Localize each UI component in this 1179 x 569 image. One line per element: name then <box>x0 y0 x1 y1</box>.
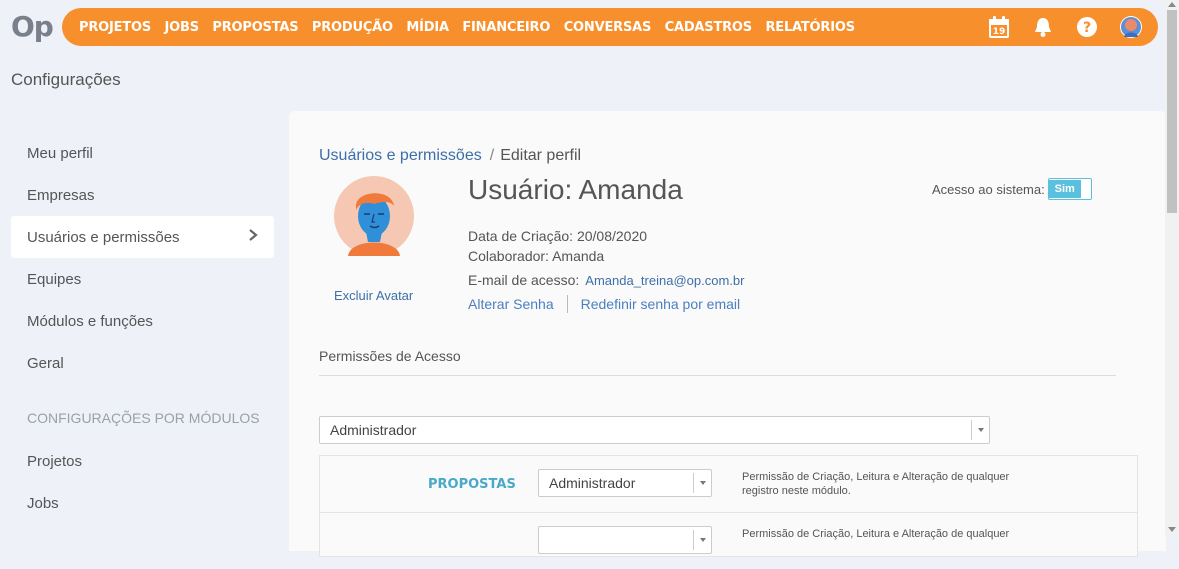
nav-propostas[interactable]: PROPOSTAS <box>212 20 298 35</box>
remove-avatar-link[interactable]: Excluir Avatar <box>334 288 413 303</box>
profile-select[interactable]: Administrador <box>319 416 990 444</box>
sidebar-section-heading: CONFIGURAÇÕES POR MÓDULOS <box>27 410 260 426</box>
help-icon[interactable]: ? <box>1074 14 1100 40</box>
module-permission-select[interactable]: Administrador <box>538 469 712 497</box>
settings-sidebar: Meu perfil Empresas Usuários e permissõe… <box>11 132 274 524</box>
sidebar-item-jobs[interactable]: Jobs <box>11 482 274 524</box>
system-access-toggle[interactable]: Sim <box>1047 178 1092 200</box>
sidebar-item-label: Empresas <box>27 186 95 204</box>
module-permission-value: Administrador <box>549 475 636 491</box>
permissions-heading: Permissões de Acesso <box>319 348 461 364</box>
sidebar-item-label: Usuários e permissões <box>27 228 180 246</box>
sidebar-item-equipes[interactable]: Equipes <box>11 258 274 300</box>
chevron-down-icon <box>971 420 989 440</box>
link-divider <box>566 295 568 313</box>
chevron-right-icon <box>248 228 258 246</box>
app-logo[interactable]: Op <box>11 10 54 43</box>
breadcrumb-separator: / <box>489 147 495 164</box>
user-avatar[interactable] <box>334 176 414 256</box>
nav-relatorios[interactable]: RELATÓRIOS <box>765 20 855 35</box>
permission-description: Permissão de Criação, Leitura e Alteraçã… <box>742 471 1010 497</box>
collaborator: Colaborador: Amanda <box>468 248 604 264</box>
breadcrumb-current: Editar perfil <box>500 147 582 164</box>
sidebar-item-projetos[interactable]: Projetos <box>11 440 274 482</box>
sidebar-item-empresas[interactable]: Empresas <box>11 174 274 216</box>
creation-date-label: Data de Criação: <box>468 228 574 244</box>
chevron-down-icon <box>693 473 711 493</box>
bell-icon[interactable] <box>1030 14 1056 40</box>
page-title: Configurações <box>11 70 121 89</box>
main-panel: Usuários e permissões / Editar perfil Excl… <box>289 111 1166 557</box>
profile-select-value: Administrador <box>330 422 417 438</box>
page-scrollbar[interactable] <box>1165 0 1179 535</box>
password-links: Alterar Senha Redefinir senha por email <box>468 295 740 313</box>
change-password-link[interactable]: Alterar Senha <box>468 296 554 312</box>
top-navigation-bar: PROJETOS JOBS PROPOSTAS PRODUÇÃO MÍDIA F… <box>62 8 1158 46</box>
sidebar-item-label: Jobs <box>27 494 59 512</box>
toggle-on-label: Sim <box>1048 180 1081 198</box>
permission-description: Permissão de Criação, Leitura e Alteraçã… <box>742 528 1010 540</box>
sidebar-item-label: Geral <box>27 354 64 372</box>
top-nav-menu: PROJETOS JOBS PROPOSTAS PRODUÇÃO MÍDIA F… <box>79 20 868 35</box>
nav-jobs[interactable]: JOBS <box>165 20 200 35</box>
sidebar-item-label: Módulos e funções <box>27 312 153 330</box>
nav-producao[interactable]: PRODUÇÃO <box>312 20 393 35</box>
module-permissions-table: PROPOSTAS Administrador Permissão de Cri… <box>319 455 1138 557</box>
sidebar-item-modulos-funcoes[interactable]: Módulos e funções <box>11 300 274 342</box>
sidebar-item-label: Projetos <box>27 452 83 470</box>
collaborator-value: Amanda <box>552 248 605 264</box>
module-label: PROPOSTAS <box>428 477 516 492</box>
divider <box>319 375 1116 376</box>
scrollbar-thumb[interactable] <box>1167 10 1177 213</box>
user-avatar-icon[interactable] <box>1118 14 1144 40</box>
nav-financeiro[interactable]: FINANCEIRO <box>462 20 550 35</box>
creation-date-value: 20/08/2020 <box>576 228 648 244</box>
calendar-icon[interactable]: 19 <box>986 14 1012 40</box>
access-email-value[interactable]: Amanda_treina@op.com.br <box>585 273 744 288</box>
nav-cadastros[interactable]: CADASTROS <box>665 20 753 35</box>
collaborator-label: Colaborador: <box>468 248 549 264</box>
svg-text:?: ? <box>1083 20 1091 36</box>
chevron-down-icon <box>693 530 711 550</box>
sidebar-item-usuarios-permissoes[interactable]: Usuários e permissões <box>11 216 274 258</box>
sidebar-item-label: Meu perfil <box>27 144 93 162</box>
breadcrumb: Usuários e permissões / Editar perfil <box>319 147 581 165</box>
calendar-day: 19 <box>993 27 1006 37</box>
system-access: Acesso ao sistema: Sim <box>932 178 1092 200</box>
sidebar-item-label: Equipes <box>27 270 82 288</box>
nav-projetos[interactable]: PROJETOS <box>79 20 151 35</box>
creation-date: Data de Criação: 20/08/2020 <box>468 228 647 244</box>
top-icons: 19 ? <box>968 14 1144 40</box>
module-permission-select[interactable] <box>538 526 712 554</box>
scroll-down-icon[interactable] <box>1168 527 1176 532</box>
reset-password-link[interactable]: Redefinir senha por email <box>581 296 741 312</box>
access-email: E-mail de acesso: Amanda_treina@op.com.br <box>468 272 744 288</box>
nav-conversas[interactable]: CONVERSAS <box>564 20 652 35</box>
permission-row: Permissão de Criação, Leitura e Alteraçã… <box>320 512 1137 569</box>
scroll-up-icon[interactable] <box>1168 2 1176 7</box>
breadcrumb-parent-link[interactable]: Usuários e permissões <box>319 147 482 164</box>
access-email-label: E-mail de acesso: <box>468 272 580 288</box>
sidebar-item-meu-perfil[interactable]: Meu perfil <box>11 132 274 174</box>
user-title: Usuário: Amanda <box>468 174 683 205</box>
nav-midia[interactable]: MÍDIA <box>406 20 449 35</box>
system-access-label: Acesso ao sistema: <box>932 181 1045 197</box>
permission-row: PROPOSTAS Administrador Permissão de Cri… <box>320 456 1137 512</box>
sidebar-item-geral[interactable]: Geral <box>11 342 274 384</box>
